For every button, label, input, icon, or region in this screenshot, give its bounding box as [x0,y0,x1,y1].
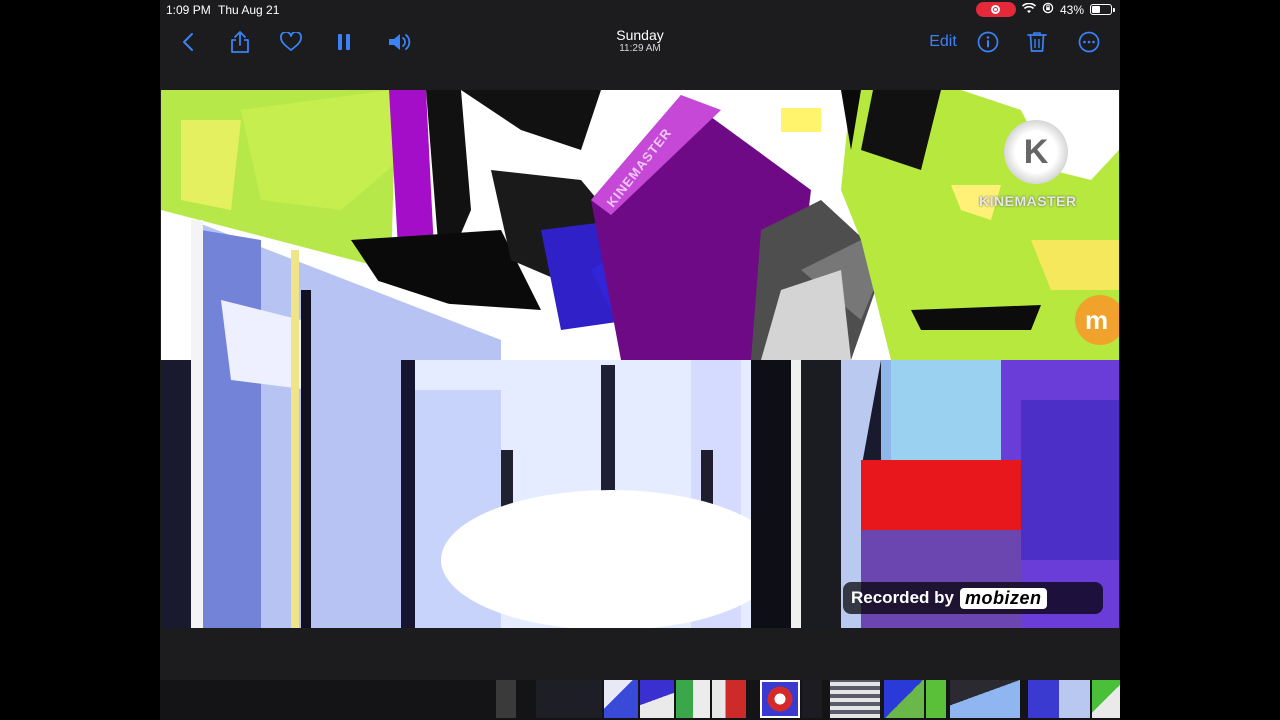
back-chevron-icon [183,33,193,51]
filmstrip-thumb-current[interactable] [760,680,800,718]
filmstrip-thumb[interactable] [712,680,746,718]
recorded-by-watermark: Recorded by mobizen [843,582,1103,614]
delete-button[interactable] [1026,28,1048,56]
filmstrip-thumb[interactable] [884,680,924,718]
battery-level [1092,6,1100,13]
filmstrip-thumb[interactable] [1028,680,1090,718]
wifi-icon [1021,2,1037,17]
screen-recording-indicator[interactable] [975,2,1016,17]
filmstrip-thumb[interactable] [640,680,674,718]
share-icon [231,31,249,53]
mobizen-logo: mobizen [959,587,1047,609]
status-date: Thu Aug 21 [218,3,280,17]
video-player[interactable]: KINEMASTER K KINEMASTER m Recorded by mo… [161,90,1119,628]
more-button[interactable] [1077,28,1101,56]
trash-icon [1027,32,1047,52]
kinemaster-logo-icon: K [1004,120,1068,184]
favorite-button[interactable] [278,28,304,56]
video-filmstrip[interactable] [160,680,1120,720]
orientation-lock-icon [1042,2,1054,17]
battery-percent: 43% [1059,2,1084,17]
status-time: 1:09 PM [166,3,211,17]
pause-icon [338,34,350,50]
edit-button[interactable]: Edit [926,28,960,56]
status-indicators: 43% [975,2,1115,17]
filmstrip-thumb[interactable] [926,680,946,718]
filmstrip-thumb[interactable] [802,680,822,718]
mobizen-badge-icon: m [1075,295,1119,345]
volume-button[interactable] [386,28,414,56]
filmstrip-thumb[interactable] [1092,680,1120,718]
status-bar: 1:09 PM Thu Aug 21 43% [160,0,1120,20]
pause-button[interactable] [334,28,354,56]
filmstrip-thumb[interactable] [496,680,516,718]
filmstrip-thumb[interactable] [676,680,710,718]
photos-viewer-screen: 1:09 PM Thu Aug 21 43% Sunday 11:29 AM E… [160,0,1120,720]
photo-date-title: Sunday [616,27,664,43]
filmstrip-thumb[interactable] [830,680,880,718]
more-icon [1078,31,1100,53]
filmstrip-thumb[interactable] [536,680,602,718]
back-button[interactable] [178,28,198,56]
info-button[interactable] [976,28,1000,56]
photo-time-subtitle: 11:29 AM [619,43,661,54]
volume-icon [389,34,411,50]
filmstrip-thumb[interactable] [604,680,638,718]
recorded-by-label: Recorded by [851,588,954,607]
battery-icon [1090,4,1115,15]
heart-icon [280,32,302,51]
share-button[interactable] [228,28,252,56]
photo-title: Sunday 11:29 AM [540,27,740,55]
filmstrip-thumb[interactable] [950,680,1020,718]
info-icon [977,31,999,53]
record-icon [991,5,1001,14]
photo-toolbar: Sunday 11:29 AM Edit [160,20,1120,66]
kinemaster-watermark: KINEMASTER [979,193,1077,209]
